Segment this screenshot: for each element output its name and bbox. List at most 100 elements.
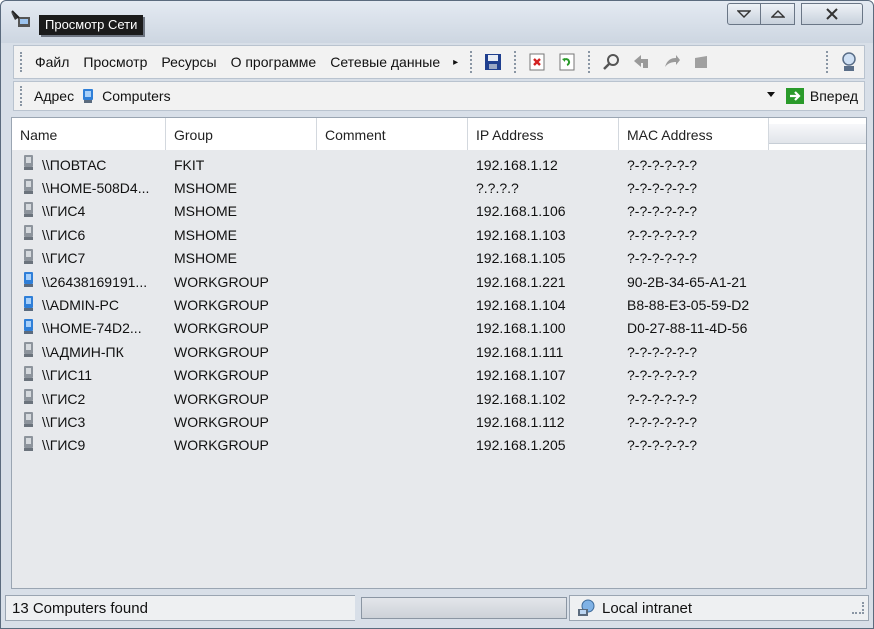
table-row[interactable]: \\ГИС2 WORKGROUP 192.168.1.102 ?-?-?-?-?-? (12, 387, 866, 410)
row-name: \\ADMIN-PC (12, 295, 166, 316)
row-name: \\ГИС2 (12, 388, 166, 409)
computer-icon (20, 154, 42, 175)
table-row[interactable]: \\HOME-74D2... WORKGROUP 192.168.1.100 D0-2… (12, 317, 866, 340)
row-mac: D0-27-88-11-4D-56 (627, 320, 748, 337)
row-name-text: \\ADMIN-PC (42, 297, 119, 314)
row-name: \\ГИС7 (12, 248, 166, 269)
table-row[interactable]: \\ГИС6 MSHOME 192.168.1.103 ?-?-?-?-?-? (12, 223, 866, 246)
toolbar-separator (588, 51, 591, 73)
refresh-button[interactable] (554, 49, 580, 75)
close-button[interactable] (801, 3, 863, 25)
row-name: \\ГИС11 (12, 365, 166, 386)
row-name: \\HOME-508D4... (12, 178, 166, 199)
forward-icon (665, 55, 681, 67)
toolbar-separator (470, 51, 473, 73)
row-group: WORKGROUP (174, 297, 269, 314)
table-row[interactable]: \\ГИС9 WORKGROUP 192.168.1.205 ?-?-?-?-?-? (12, 434, 866, 457)
row-name: \\HOME-74D2... (12, 318, 166, 339)
computers-list[interactable]: Name Group Comment IP Address MAC Addres… (11, 117, 867, 589)
chevron-down-icon (737, 10, 751, 18)
table-row[interactable]: \\ПОВТАС FKIT 192.168.1.12 ?-?-?-?-?-? (12, 153, 866, 176)
toolbar-separator (514, 51, 517, 73)
stop-button[interactable] (688, 49, 714, 75)
row-ip: 192.168.1.205 (476, 437, 566, 454)
column-header-name[interactable]: Name (12, 118, 166, 150)
back-icon (634, 55, 649, 68)
column-header-ip[interactable]: IP Address (468, 118, 619, 150)
maximize-button[interactable] (761, 3, 795, 25)
delete-button[interactable] (524, 49, 550, 75)
row-ip: 192.168.1.106 (476, 203, 566, 220)
row-ip: 192.168.1.100 (476, 320, 566, 337)
column-header-comment[interactable]: Comment (317, 118, 468, 150)
computer-icon (20, 411, 42, 432)
row-group: WORKGROUP (174, 367, 269, 384)
menu-resources[interactable]: Ресурсы (154, 54, 223, 70)
window-title: Просмотр Сети (39, 15, 144, 35)
row-ip: 192.168.1.105 (476, 250, 566, 267)
table-row[interactable]: \\ГИС4 MSHOME 192.168.1.106 ?-?-?-?-?-? (12, 200, 866, 223)
row-group: MSHOME (174, 203, 237, 220)
row-group: WORKGROUP (174, 390, 269, 407)
window-controls (727, 3, 863, 25)
search-icon (603, 54, 620, 70)
table-row[interactable]: \\ADMIN-PC WORKGROUP 192.168.1.104 B8-88-E3… (12, 293, 866, 316)
row-mac: ?-?-?-?-?-? (627, 437, 698, 454)
toolbar-separator (826, 51, 828, 73)
row-name: \\ПОВТАС (12, 154, 166, 175)
forward-button[interactable] (658, 49, 684, 75)
row-name-text: \\ГИС9 (42, 437, 86, 454)
computer-icon (20, 435, 42, 456)
title-bar[interactable]: Просмотр Сети (1, 1, 873, 43)
network-scan-button[interactable] (836, 49, 862, 75)
address-input[interactable]: Computers (80, 85, 761, 107)
network-search-icon (842, 52, 856, 71)
menu-file[interactable]: Файл (28, 54, 76, 70)
table-row[interactable]: \\ГИС11 WORKGROUP 192.168.1.107 ?-?-?-?-?-? (12, 364, 866, 387)
save-button[interactable] (480, 49, 506, 75)
menu-view[interactable]: Просмотр (76, 54, 154, 70)
row-ip: 192.168.1.102 (476, 390, 566, 407)
menu-about[interactable]: О программе (224, 54, 324, 70)
row-name: \\ГИС9 (12, 435, 166, 456)
column-header-mac[interactable]: MAC Address (619, 118, 769, 150)
row-ip: 192.168.1.103 (476, 226, 566, 243)
find-button[interactable] (598, 49, 624, 75)
column-header-filler (769, 124, 866, 144)
row-name-text: \\ГИС7 (42, 250, 86, 267)
table-row[interactable]: \\26438169191... WORKGROUP 192.168.1.221 90… (12, 270, 866, 293)
row-mac: 90-2B-34-65-A1-21 (627, 273, 747, 290)
back-button[interactable] (628, 49, 654, 75)
table-row[interactable]: \\АДМИН-ПК WORKGROUP 192.168.1.111 ?-?-?-?-… (12, 340, 866, 363)
table-row[interactable]: \\HOME-508D4... MSHOME?.?.?.? ?-?-?-?-?-? (12, 176, 866, 199)
computer-icon (20, 341, 42, 362)
menu-network-data[interactable]: Сетевые данные (323, 54, 447, 70)
row-group: FKIT (174, 156, 205, 173)
row-group: MSHOME (174, 250, 237, 267)
resize-grip[interactable] (852, 602, 864, 614)
row-mac: B8-88-E3-05-59-D2 (627, 297, 750, 314)
chevron-up-icon (770, 10, 785, 18)
computer-icon (20, 318, 42, 339)
row-group: WORKGROUP (174, 320, 269, 337)
row-ip: 192.168.1.111 (476, 343, 564, 360)
go-forward-button[interactable]: Вперед (781, 87, 864, 105)
row-mac: ?-?-?-?-?-? (627, 226, 698, 243)
menu-overflow-chevron-icon[interactable]: ▸ (447, 57, 464, 68)
toolbar-grip[interactable] (20, 52, 28, 72)
toolbar-grip[interactable] (20, 86, 28, 106)
table-row[interactable]: \\ГИС3 WORKGROUP 192.168.1.112 ?-?-?-?-?-? (12, 410, 866, 433)
dropdown-arrow-icon (766, 91, 775, 97)
column-header-group[interactable]: Group (166, 118, 317, 150)
list-rows: \\ПОВТАС FKIT 192.168.1.12 ?-?-?-?-?-? \\HOM… (12, 153, 866, 457)
row-mac: ?-?-?-?-?-? (627, 203, 698, 220)
row-name-text: \\АДМИН-ПК (42, 343, 124, 360)
computer-icon (20, 271, 42, 292)
status-count: 13 Computers found (5, 595, 355, 621)
row-name-text: \\ГИС4 (42, 203, 86, 220)
computer-icon (20, 224, 42, 245)
address-dropdown[interactable] (761, 91, 781, 102)
minimize-button[interactable] (727, 3, 761, 25)
table-row[interactable]: \\ГИС7 MSHOME 192.168.1.105 ?-?-?-?-?-? (12, 247, 866, 270)
row-name-text: \\HOME-74D2... (42, 320, 142, 337)
